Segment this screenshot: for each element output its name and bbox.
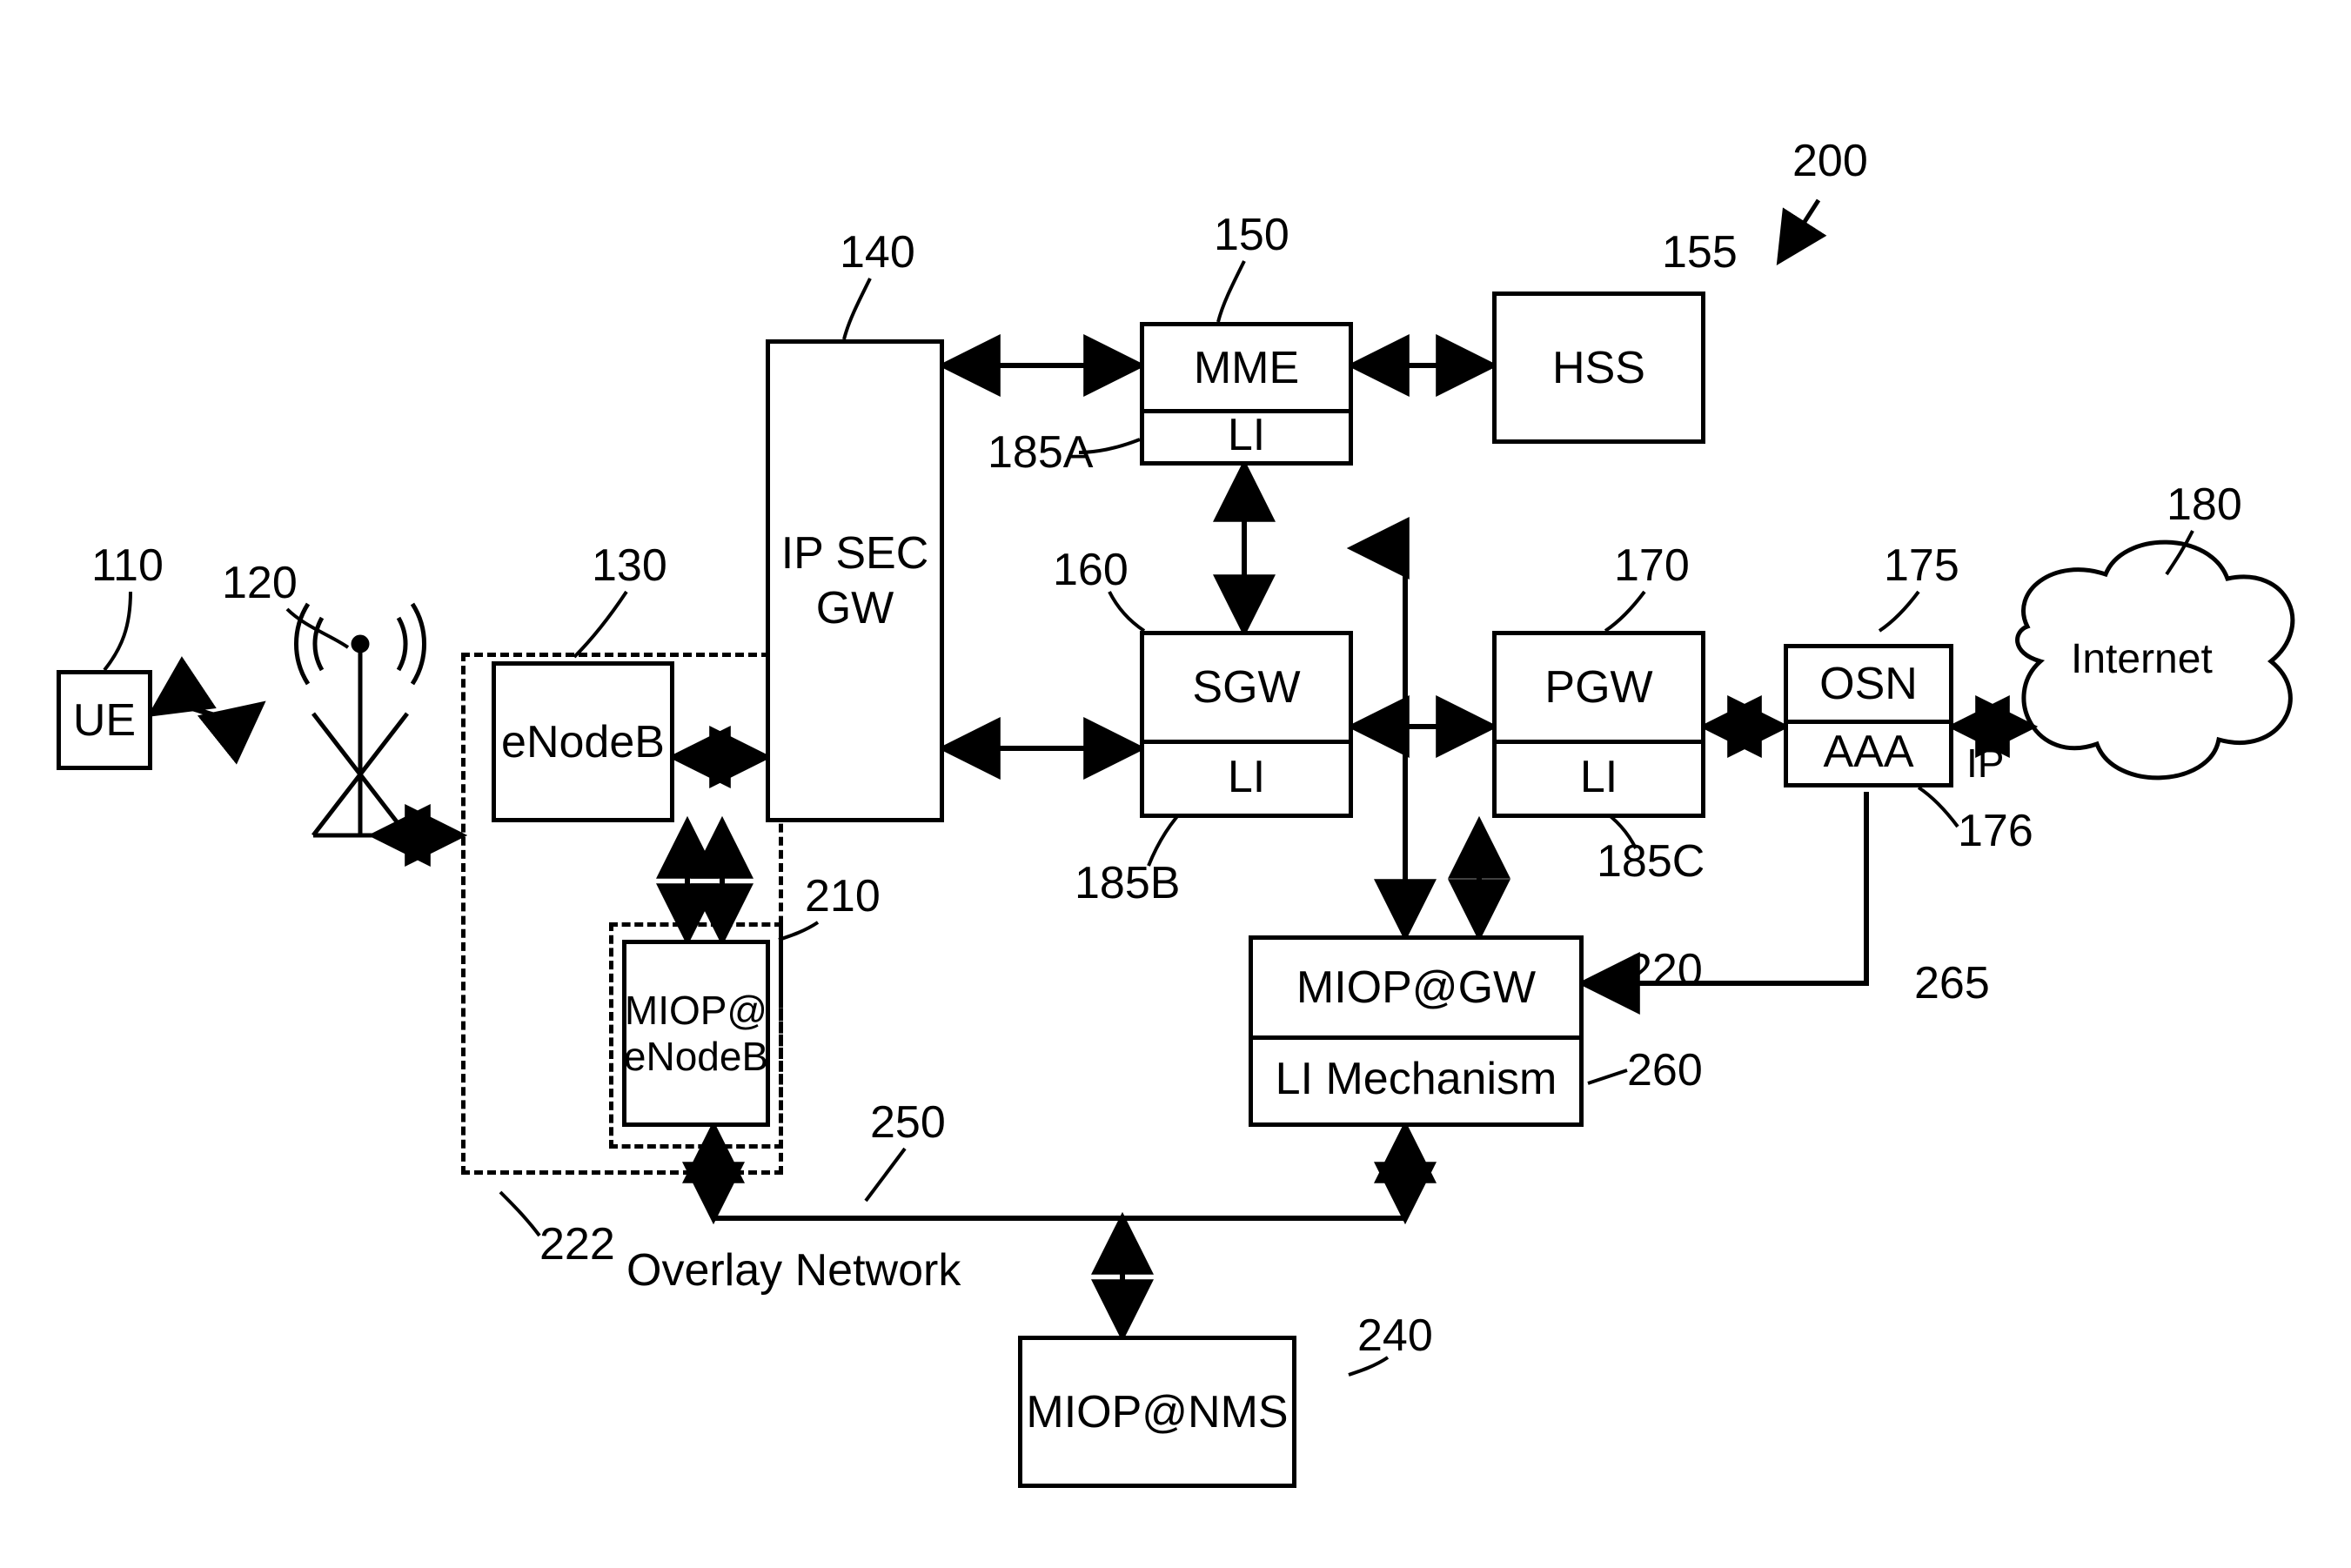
ref-155: 155 [1662,226,1738,278]
enodeb-label: eNodeB [501,716,665,768]
ref-240: 240 [1357,1310,1433,1362]
ref-185B: 185B [1075,857,1180,909]
ref-180: 180 [2167,479,2242,531]
miop-enodeb-label: MIOP@ eNodeB [624,988,768,1080]
node-sgw: SGW LI [1140,631,1353,818]
node-miop-enodeb: MIOP@ eNodeB [622,940,770,1127]
ref-176: 176 [1958,805,2033,857]
ref-260: 260 [1627,1044,1703,1096]
ref-185A: 185A [988,426,1093,479]
overlay-network-label: Overlay Network [626,1244,961,1297]
internet-label: Internet [2071,635,2213,683]
ref-150: 150 [1214,209,1289,261]
node-ue: UE [57,670,152,770]
ue-label: UE [73,694,136,747]
ref-185C: 185C [1597,835,1705,888]
ref-250: 250 [870,1096,946,1149]
ip-label: IP [1966,740,2004,787]
node-mme: MME LI [1140,322,1353,466]
ref-130: 130 [592,539,667,592]
diagram-stage: UE eNodeB MIOP@ eNodeB IP SEC GW MME LI … [0,0,2351,1568]
node-osn-aaa: OSN AAA [1784,644,1953,787]
sgw-label: SGW [1192,661,1300,714]
ref-140: 140 [840,226,915,278]
antenna-icon [296,604,424,835]
node-enodeb: eNodeB [492,661,674,822]
sgw-li-label: LI [1228,751,1265,803]
pgw-label: PGW [1544,661,1652,714]
miop-gw-label: MIOP@GW [1296,962,1536,1014]
li-mechanism-label: LI Mechanism [1276,1053,1557,1105]
pgw-li-label: LI [1580,751,1618,803]
ref-220: 220 [1627,944,1703,996]
ref-160: 160 [1053,544,1129,596]
node-ipsec-gw: IP SEC GW [766,339,944,822]
ref-265: 265 [1914,957,1990,1009]
ref-120: 120 [222,557,298,609]
ref-210: 210 [805,870,881,922]
ipsec-gw-label: IP SEC GW [781,526,929,635]
hss-label: HSS [1552,342,1645,394]
osn-label: OSN [1819,658,1918,710]
miop-nms-label: MIOP@NMS [1026,1386,1288,1438]
mme-label: MME [1194,342,1299,394]
node-miop-gw: MIOP@GW LI Mechanism [1249,935,1584,1127]
node-hss: HSS [1492,291,1705,444]
aaa-label: AAA [1823,726,1913,778]
mme-li-label: LI [1228,409,1265,461]
ref-175: 175 [1884,539,1959,592]
ref-222: 222 [539,1218,615,1270]
ref-200: 200 [1792,135,1868,187]
node-pgw: PGW LI [1492,631,1705,818]
ref-170: 170 [1614,539,1690,592]
node-miop-nms: MIOP@NMS [1018,1336,1296,1488]
ref-110: 110 [91,539,164,592]
